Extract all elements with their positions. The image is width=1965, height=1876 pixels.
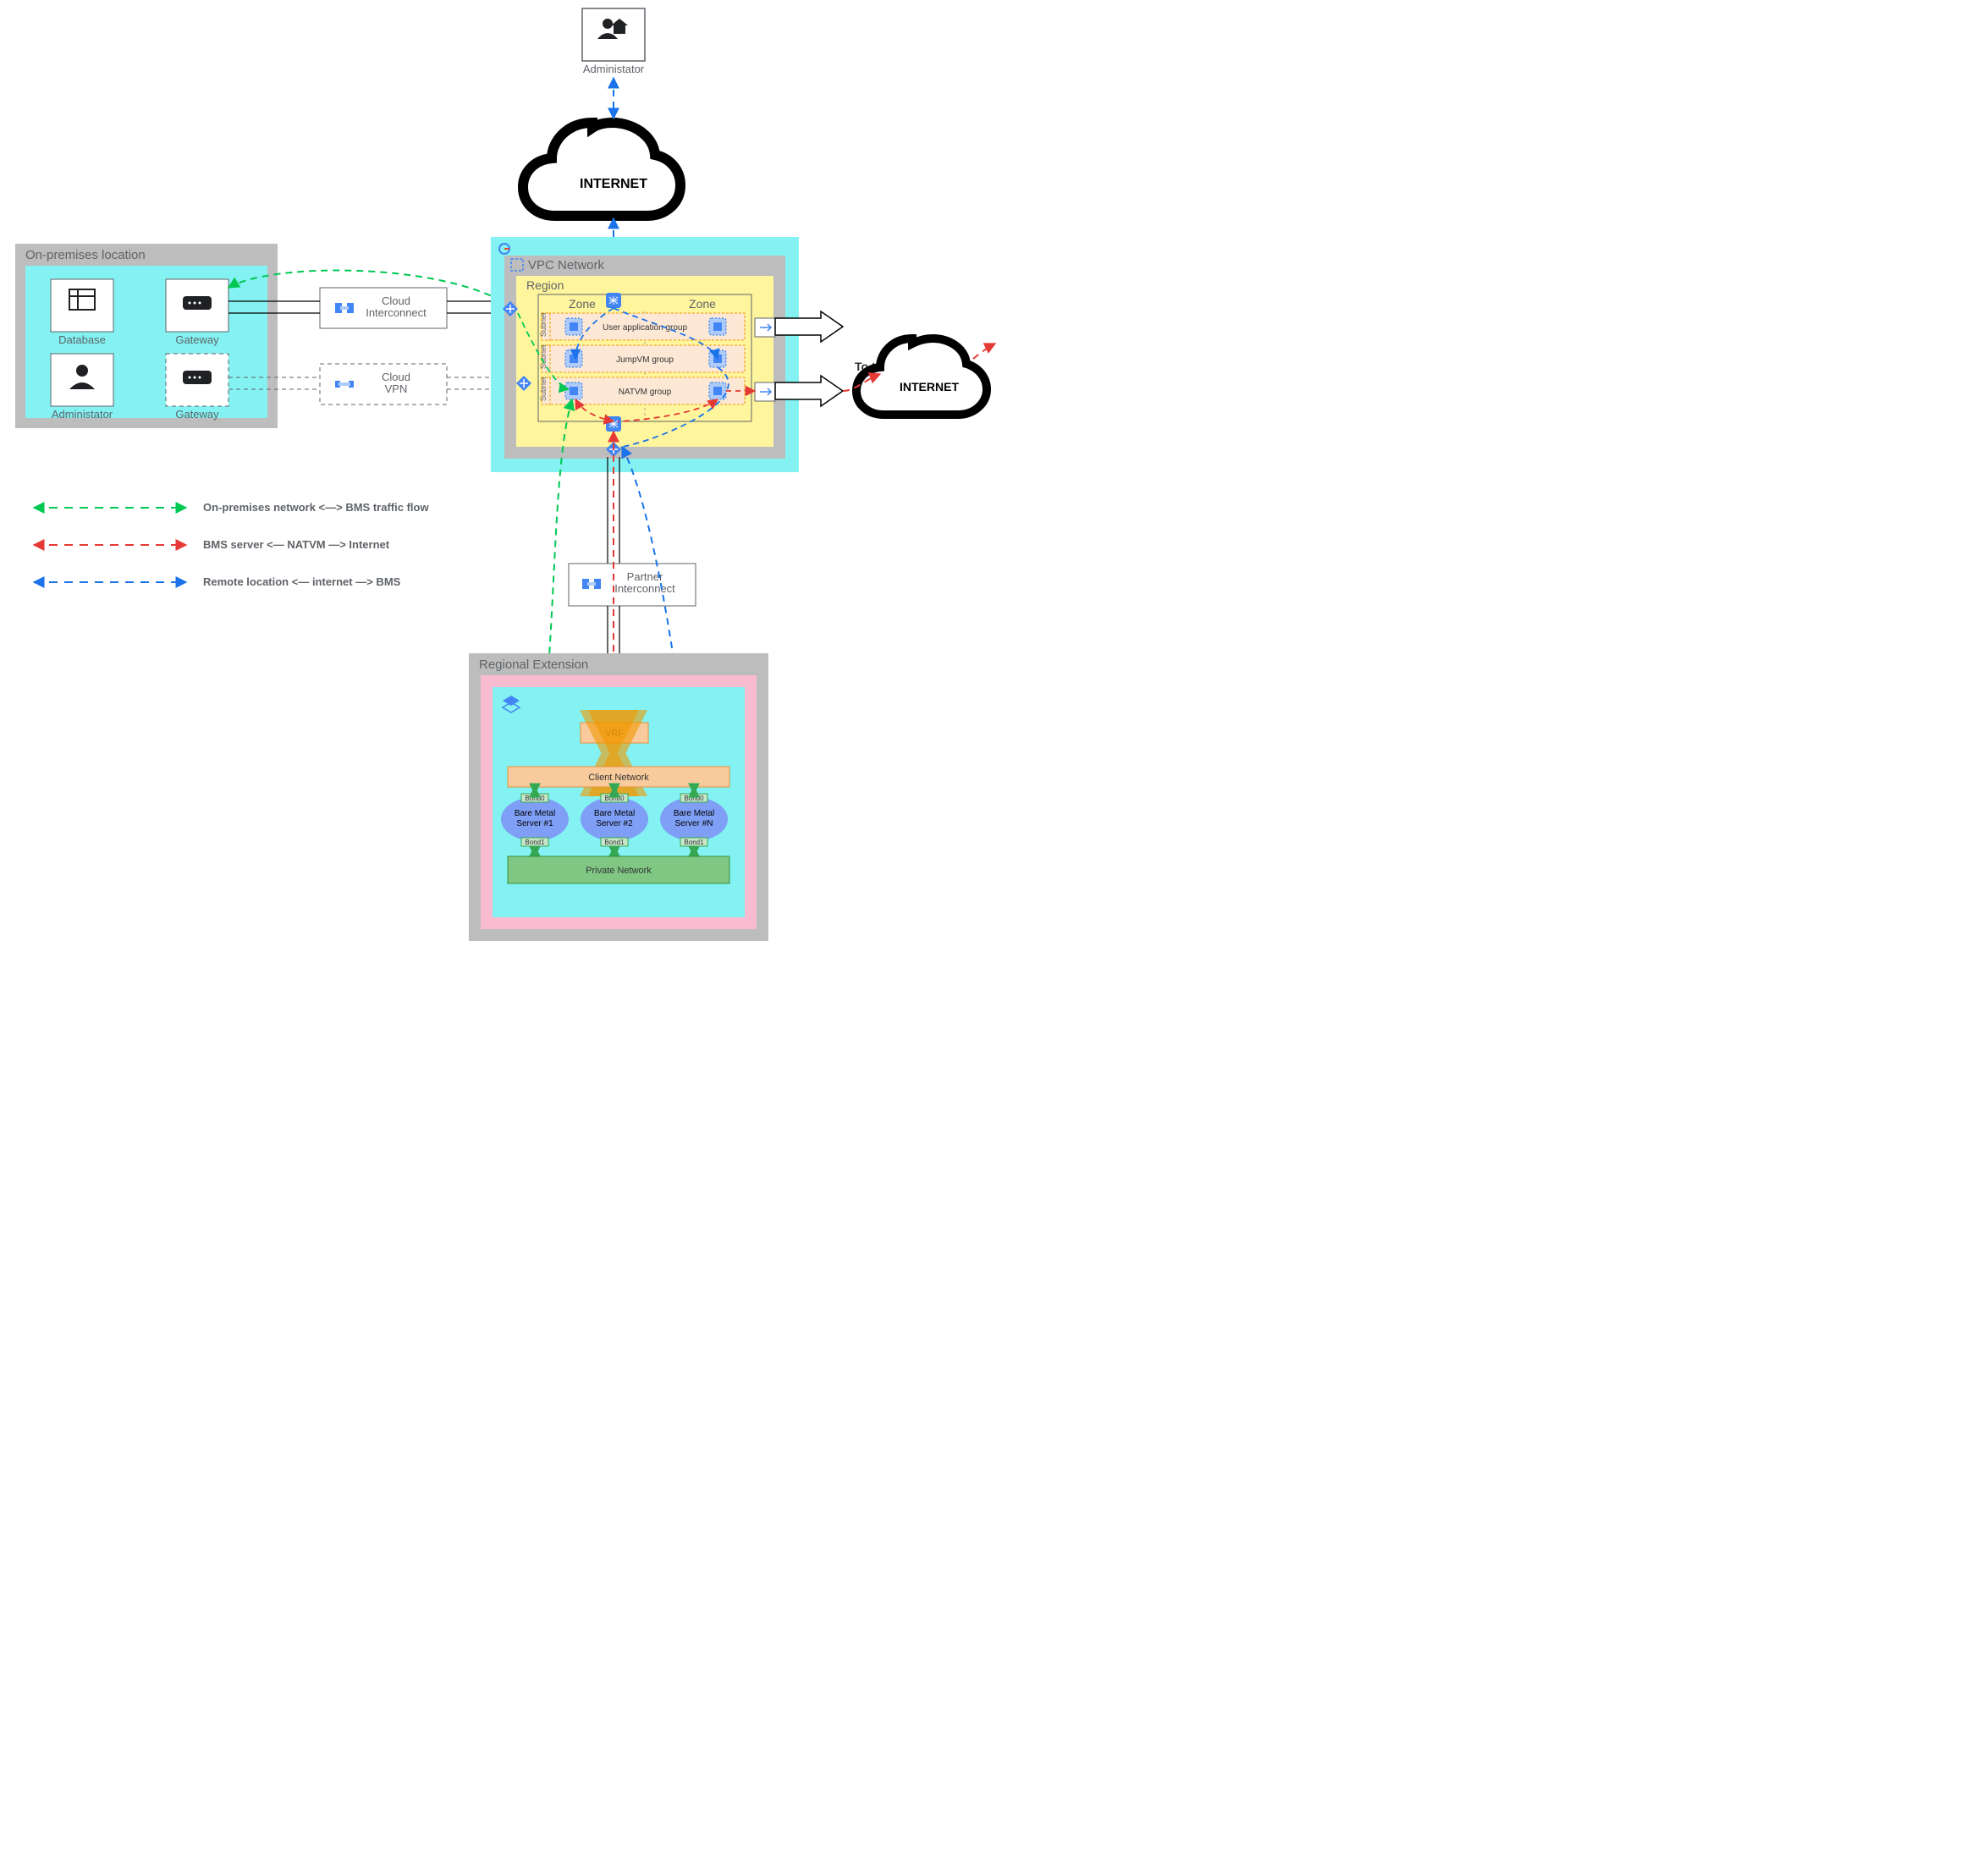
svg-text:Bare Metal: Bare Metal [674, 809, 714, 818]
client-network-label: Client Network [588, 773, 649, 783]
svg-text:Bond1: Bond1 [525, 839, 545, 846]
svg-text:Server #N: Server #N [674, 819, 713, 828]
svg-text:Bare Metal: Bare Metal [515, 809, 555, 818]
cloud-interconnect-label-line2: Interconnect [366, 306, 427, 319]
legend-red-label: BMS server <— NATVM —> Internet [203, 538, 390, 551]
on-premises-container: On-premises location Database Gateway Ad… [15, 244, 278, 428]
vrf-label: VRF [605, 729, 624, 739]
zone-label-1: Zone [569, 297, 596, 311]
svg-text:Bond1: Bond1 [604, 839, 625, 846]
database-box: Database [51, 279, 113, 346]
legend-blue-label: Remote location <— internet —> BMS [203, 575, 401, 588]
regional-extension-container: Regional Extension VRF Client Network Ba… [469, 653, 768, 941]
cloud-interconnect-label-line1: Cloud [382, 294, 410, 307]
vm-icon [709, 318, 726, 335]
administrator-label: Administator [52, 408, 113, 421]
legend: On-premises network <—> BMS traffic flow… [34, 501, 429, 588]
region-label: Region [526, 278, 564, 292]
on-premises-title: On-premises location [25, 248, 146, 262]
architecture-diagram: Administator INTERNET On-premises locati… [0, 0, 1016, 965]
gateway-label-2: Gateway [175, 408, 219, 421]
natvm-group-label: NATVM group [619, 388, 672, 397]
internet-cloud-top: INTERNET [523, 123, 680, 216]
svg-text:Server #1: Server #1 [516, 819, 553, 828]
jumpvm-group-label: JumpVM group [616, 355, 674, 365]
internet-right-label: INTERNET [900, 380, 959, 393]
partner-interconnect-box: Partner Interconnect [569, 564, 696, 606]
private-network-label: Private Network [586, 866, 652, 876]
vpc-container: VPC Network Region Zone Zone Subnet User… [491, 237, 799, 472]
svg-text:Server #2: Server #2 [596, 819, 633, 828]
internet-top-label: INTERNET [580, 177, 647, 191]
cloud-vpn-label-line2: VPN [385, 382, 408, 395]
cloud-interconnect-box: Cloud Interconnect [320, 288, 447, 328]
zone-label-2: Zone [689, 297, 716, 311]
gateway-icon-top [606, 293, 621, 308]
administrator-box: Administator [51, 354, 113, 421]
administrator-top-box: Administator [582, 8, 645, 75]
database-label: Database [58, 333, 106, 346]
subnet-label-3: Subnet [539, 377, 548, 401]
subnet-label-1: Subnet [539, 312, 548, 337]
svg-text:Bare Metal: Bare Metal [594, 809, 635, 818]
cloud-vpn-label-line1: Cloud [382, 371, 410, 383]
vpc-title: VPC Network [528, 258, 605, 272]
vm-icon [565, 350, 582, 367]
subnets: Subnet User application group Subnet Jum… [539, 312, 745, 404]
administrator-top-label: Administator [583, 63, 645, 75]
subnet-label-2: Subnet [539, 344, 548, 369]
gateway-label-1: Gateway [175, 333, 219, 346]
svg-text:Bond0: Bond0 [604, 795, 625, 802]
legend-green-label: On-premises network <—> BMS traffic flow [203, 501, 429, 514]
svg-text:Bond0: Bond0 [684, 795, 704, 802]
svg-text:Interconnect: Interconnect [614, 582, 675, 595]
gateway-icon-bottom [606, 416, 621, 432]
cloud-vpn-box: Cloud VPN [320, 364, 447, 404]
vm-icon [565, 318, 582, 335]
regional-extension-title: Regional Extension [479, 657, 588, 672]
svg-text:Bond0: Bond0 [525, 795, 545, 802]
vm-icon [565, 382, 582, 399]
svg-text:Bond1: Bond1 [684, 839, 704, 846]
